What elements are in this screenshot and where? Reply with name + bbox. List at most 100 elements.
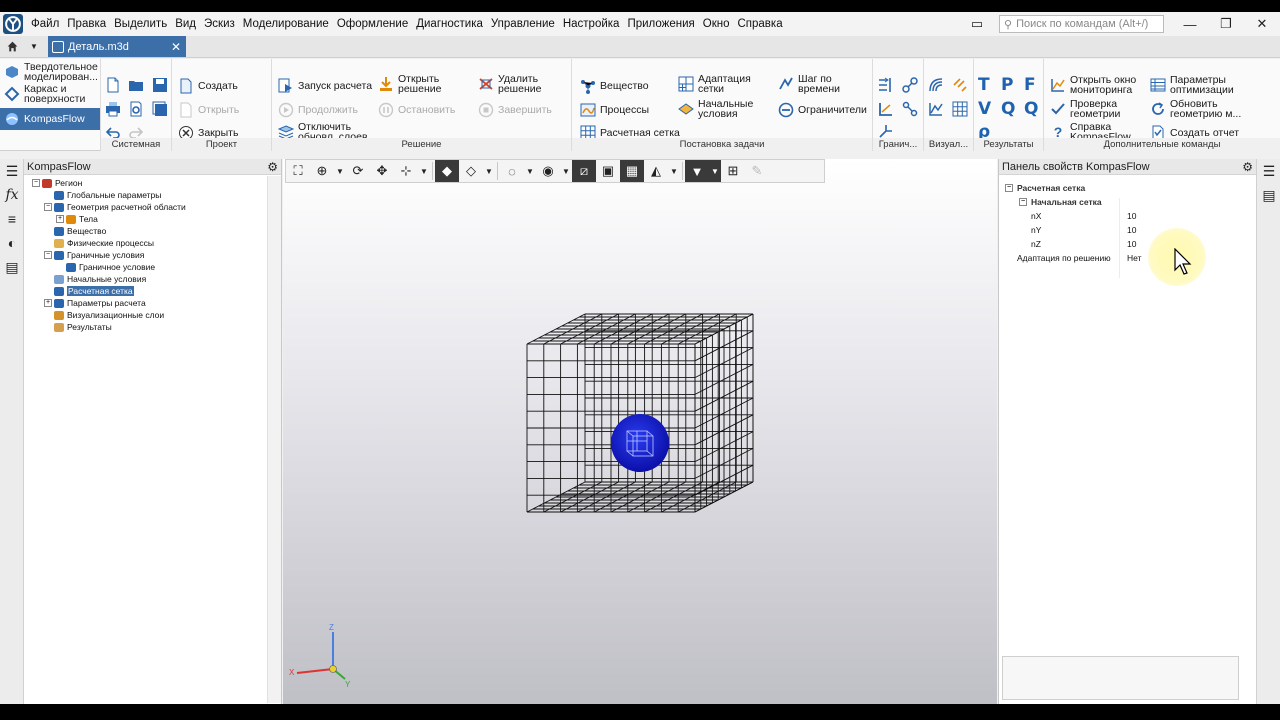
menu-item[interactable]: Приложения <box>623 18 698 30</box>
visual-streamlines-icon[interactable] <box>928 77 944 93</box>
tab-document[interactable]: Деталь.m3d ✕ <box>48 36 186 57</box>
result-flow-icon[interactable]: Q <box>1001 99 1015 119</box>
tree-node[interactable]: − Регион <box>24 177 281 189</box>
result-heat-flow-icon[interactable]: Q <box>1024 99 1038 119</box>
mode-kompasflow-button[interactable]: KompasFlow <box>0 108 100 130</box>
visual-plot-icon[interactable] <box>928 101 944 117</box>
gear-icon[interactable]: ⚙ <box>267 160 278 174</box>
tree-node[interactable]: Визуализационные слои <box>24 309 281 321</box>
open-folder-icon[interactable] <box>128 77 144 93</box>
save-icon[interactable] <box>152 77 168 93</box>
visual-table-icon[interactable] <box>952 101 968 117</box>
check-geometry-button[interactable]: Проверка геометрии <box>1050 99 1120 119</box>
properties-panel-icon[interactable]: ▤ <box>1257 183 1280 207</box>
body-sphere[interactable] <box>611 414 669 472</box>
mode-solid-button[interactable]: Твердотельное моделирован... <box>0 61 100 83</box>
expand-icon[interactable]: + <box>44 299 52 307</box>
command-search-input[interactable]: ⚲ Поиск по командам (Alt+/) <box>999 15 1164 33</box>
result-velocity-icon[interactable]: V <box>978 99 991 119</box>
collapse-icon[interactable]: − <box>44 251 52 259</box>
tab-list-dropdown[interactable]: ▼ <box>24 36 44 57</box>
menu-item[interactable]: Окно <box>699 18 734 30</box>
save-all-icon[interactable] <box>152 101 168 117</box>
tree-node[interactable]: Расчетная сетка <box>24 285 281 297</box>
menu-item[interactable]: Оформление <box>333 18 412 30</box>
mode-wireframe-button[interactable]: Каркас и поверхности <box>0 83 100 105</box>
print-icon[interactable] <box>105 101 121 117</box>
menu-item[interactable]: Выделить <box>110 18 171 30</box>
property-row[interactable]: nX 10 <box>999 209 1256 223</box>
subsection-initial-mesh[interactable]: − Начальная сетка <box>999 195 1256 209</box>
continue-button[interactable]: Продолжить <box>278 102 358 118</box>
expand-icon[interactable]: + <box>56 215 64 223</box>
collapse-icon[interactable]: − <box>44 203 52 211</box>
open-project-button[interactable]: Открыть <box>178 102 239 118</box>
layers-stack-icon[interactable]: ≡ <box>0 207 24 231</box>
menu-item[interactable]: Файл <box>27 18 63 30</box>
processes-button[interactable]: Процессы <box>580 102 649 118</box>
visual-vectors-icon[interactable] <box>952 77 968 93</box>
substance-button[interactable]: Вещество <box>580 78 649 94</box>
properties-panel-icon[interactable]: ▤ <box>0 255 24 279</box>
menu-item[interactable]: Справка <box>733 18 786 30</box>
property-row-adapt[interactable]: Адаптация по решению Нет <box>999 251 1256 265</box>
collapse-icon[interactable]: − <box>32 179 40 187</box>
update-geometry-button[interactable]: Обновить геометрию м... <box>1150 99 1241 119</box>
create-project-button[interactable]: Создать <box>178 78 238 94</box>
boundary-symmetry-icon[interactable] <box>902 101 918 117</box>
property-value[interactable]: 10 <box>1123 239 1136 249</box>
property-row[interactable]: nZ 10 <box>999 237 1256 251</box>
tree-node[interactable]: Глобальные параметры <box>24 189 281 201</box>
optimization-params-button[interactable]: Параметры оптимизации <box>1150 75 1234 95</box>
boundary-wall-icon[interactable] <box>878 101 894 117</box>
property-adapt-value[interactable]: Нет <box>1123 253 1141 263</box>
tree-node[interactable]: Вещество <box>24 225 281 237</box>
section-mesh[interactable]: − Расчетная сетка <box>999 181 1256 195</box>
collapse-icon[interactable]: − <box>1019 198 1027 206</box>
property-row[interactable]: nY 10 <box>999 223 1256 237</box>
open-monitor-button[interactable]: Открыть окно мониторинга <box>1050 75 1136 95</box>
3d-viewport[interactable]: ⛶ ⊕ ▼ ⟳ ✥ ⊹ ▼ ◆ ◇ ▼ ◌ ▼ ◉ ▼ ⧄ ▣ ▦ ◭ ▼ ▼ … <box>283 159 997 704</box>
tree-node[interactable]: + Тела <box>24 213 281 225</box>
tab-close-icon[interactable]: ✕ <box>171 40 181 54</box>
menu-item[interactable]: Настройка <box>559 18 624 30</box>
property-value[interactable]: 10 <box>1123 225 1136 235</box>
maximize-button[interactable]: ❐ <box>1208 12 1244 36</box>
delete-solution-button[interactable]: Удалить решение <box>478 74 541 94</box>
result-force-icon[interactable]: F <box>1024 75 1036 95</box>
gear-icon[interactable]: ⚙ <box>1242 160 1253 174</box>
new-document-icon[interactable] <box>105 77 121 93</box>
menu-item[interactable]: Вид <box>171 18 200 30</box>
open-solution-button[interactable]: Открыть решение <box>378 74 441 94</box>
tree-node[interactable]: − Геометрия расчетной области <box>24 201 281 213</box>
result-pressure-icon[interactable]: P <box>1001 75 1013 95</box>
stop-button[interactable]: Остановить <box>378 102 455 118</box>
mesh-adapt-button[interactable]: Адаптация сетки <box>678 74 751 94</box>
tree-node[interactable]: Начальные условия <box>24 273 281 285</box>
initial-conditions-button[interactable]: Начальные условия <box>678 99 753 119</box>
minimize-button[interactable]: — <box>1172 12 1208 36</box>
boundary-outlet-icon[interactable] <box>878 123 894 139</box>
result-temperature-icon[interactable]: T <box>978 75 990 95</box>
tree-node[interactable]: Граничное условие <box>24 261 281 273</box>
tree-view-icon[interactable]: ☰ <box>1257 159 1280 183</box>
tree-node[interactable]: + Параметры расчета <box>24 297 281 309</box>
tree-node[interactable]: Результаты <box>24 321 281 333</box>
preview-icon[interactable] <box>128 101 144 117</box>
home-icon[interactable] <box>0 36 24 57</box>
property-value[interactable]: 10 <box>1123 211 1136 221</box>
menu-item[interactable]: Правка <box>63 18 110 30</box>
collapse-icon[interactable]: − <box>1005 184 1013 192</box>
menu-item[interactable]: Управление <box>487 18 559 30</box>
tree-node[interactable]: − Граничные условия <box>24 249 281 261</box>
tree-node[interactable]: Физические процессы <box>24 237 281 249</box>
sections-icon[interactable]: ◐ <box>0 231 24 255</box>
kompas-logo-icon[interactable] <box>3 14 23 34</box>
menu-item[interactable]: Моделирование <box>239 18 333 30</box>
menu-item[interactable]: Эскиз <box>200 18 239 30</box>
close-button[interactable]: ✕ <box>1244 12 1280 36</box>
tree-view-icon[interactable]: ☰ <box>0 159 24 183</box>
sphere-body[interactable] <box>611 414 669 472</box>
limiters-button[interactable]: Ограничители <box>778 102 867 118</box>
run-calculation-button[interactable]: Запуск расчета <box>278 78 372 94</box>
